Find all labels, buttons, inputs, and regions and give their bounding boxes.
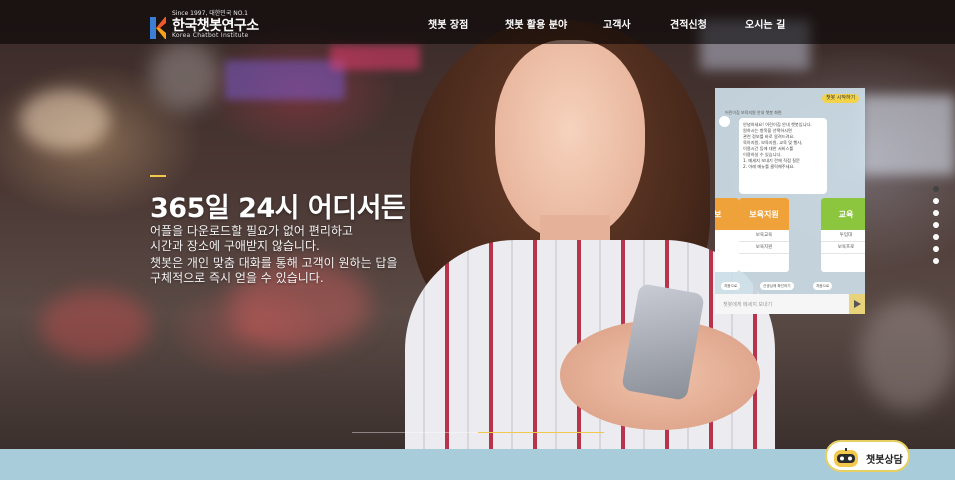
slider-dot[interactable] <box>933 222 939 228</box>
hero-headline: 365일 24시 어디서든 <box>150 193 406 224</box>
slide-progress-track <box>352 432 604 433</box>
slider-dot[interactable] <box>933 210 939 216</box>
menu-card-option[interactable]: 보육프로 <box>821 242 865 254</box>
chatbot-consult-button[interactable]: 챗봇상담 <box>825 440 910 472</box>
nav-item-quote-request[interactable]: 견적신청 <box>670 16 707 31</box>
chatbot-start-badge[interactable]: 챗봇 시작하기 <box>822 94 860 103</box>
slider-dot[interactable] <box>933 186 939 192</box>
menu-card-option[interactable]: 보육지원 <box>739 242 789 254</box>
send-arrow-icon <box>854 300 861 308</box>
slider-dot[interactable] <box>933 258 939 264</box>
neon-sign <box>330 45 420 70</box>
woman-face <box>495 40 645 240</box>
send-button[interactable] <box>849 294 865 314</box>
slider-dot[interactable] <box>933 234 939 240</box>
menu-card-title: 보육지원 <box>739 198 789 230</box>
chatbot-consult-label: 챗봇상담 <box>866 455 903 466</box>
nav-item-chatbot-fields[interactable]: 챗봇 활용 분야 <box>505 16 567 31</box>
chat-message-input[interactable]: 챗봇에게 메세지 보내기 <box>715 294 865 314</box>
neon-sign <box>225 60 345 100</box>
logo-english-text: Korea Chatbot Institute <box>172 32 249 39</box>
menu-card-option[interactable]: 투입대 <box>821 230 865 242</box>
nav-item-directions[interactable]: 오시는 길 <box>745 16 785 31</box>
menu-card-info[interactable]: 정보 <box>715 198 739 272</box>
menu-card-education[interactable]: 교육 투입대 보육프로 <box>821 198 865 272</box>
menu-card-childcare-support[interactable]: 보육지원 보육교육 보육지원 <box>739 198 789 272</box>
quick-reply-chip[interactable]: 선생님께 확인하기 <box>760 282 794 290</box>
top-navigation-bar: Since 1997, 대한민국 NO.1 한국챗봇연구소 Korea Chat… <box>0 0 955 44</box>
chat-bubble-line: 2. 아래 메뉴를 클릭해주세요. <box>743 164 795 169</box>
bokeh-light <box>150 40 220 110</box>
hero-description-line: 시간과 장소에 구애받지 않습니다. <box>150 239 320 253</box>
menu-card-option[interactable]: 보육교육 <box>739 230 789 242</box>
nav-item-clients[interactable]: 고객사 <box>603 16 631 31</box>
neon-sign <box>860 95 955 175</box>
slider-dot[interactable] <box>933 198 939 204</box>
quick-reply-chip[interactable]: 처음으로 <box>813 282 833 290</box>
chat-message-bubble: 안녕하세요! 어린이집 안내 챗봇입니다. 원하시는 항목을 선택하시면 관련 … <box>739 118 827 194</box>
bot-avatar-icon <box>719 116 730 127</box>
menu-card-title: 교육 <box>821 198 865 230</box>
chatbot-preview-window: 챗봇 시작하기 어린이집 보육지원 안내 챗봇 화면 안녕하세요! 어린이집 안… <box>715 88 865 314</box>
headline-accent-dash <box>150 175 166 177</box>
bokeh-light <box>40 290 150 360</box>
logo-k-icon <box>150 17 166 39</box>
chat-title: 어린이집 보육지원 안내 챗봇 화면 <box>725 110 782 115</box>
slider-dot[interactable] <box>933 246 939 252</box>
hero-description-line: 구체적으로 즉시 얻을 수 있습니다. <box>150 271 324 285</box>
nav-item-chatbot-advantages[interactable]: 챗봇 장점 <box>428 16 468 31</box>
quick-reply-chip[interactable]: 처음으로 <box>721 282 741 290</box>
chatbot-robot-icon <box>834 448 858 467</box>
bokeh-light <box>860 300 955 410</box>
slide-progress-fill <box>478 432 604 433</box>
menu-card-title: 정보 <box>715 198 739 230</box>
chat-input-placeholder: 챗봇에게 메세지 보내기 <box>723 302 773 308</box>
bokeh-light <box>20 90 110 150</box>
